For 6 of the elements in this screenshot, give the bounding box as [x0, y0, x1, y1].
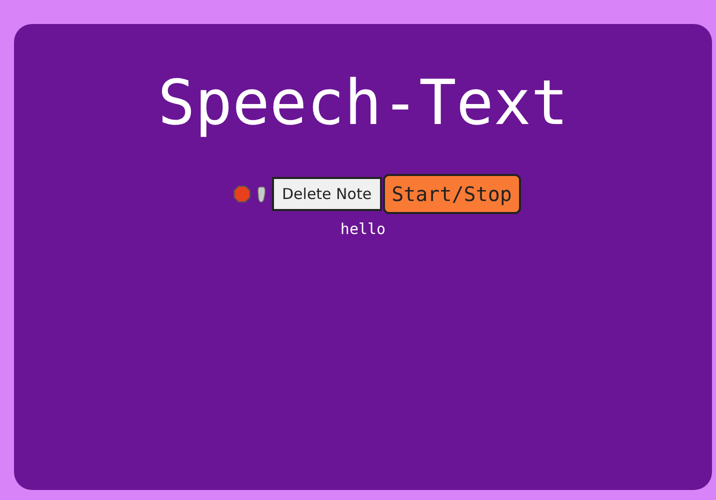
microphone-icon [256, 186, 267, 203]
delete-note-button[interactable]: Delete Note [272, 177, 382, 212]
record-icon [233, 185, 251, 204]
app-title: Speech-Text [158, 66, 568, 140]
transcript-text: hello [340, 220, 386, 238]
start-stop-button[interactable]: Start/Stop [382, 174, 521, 214]
